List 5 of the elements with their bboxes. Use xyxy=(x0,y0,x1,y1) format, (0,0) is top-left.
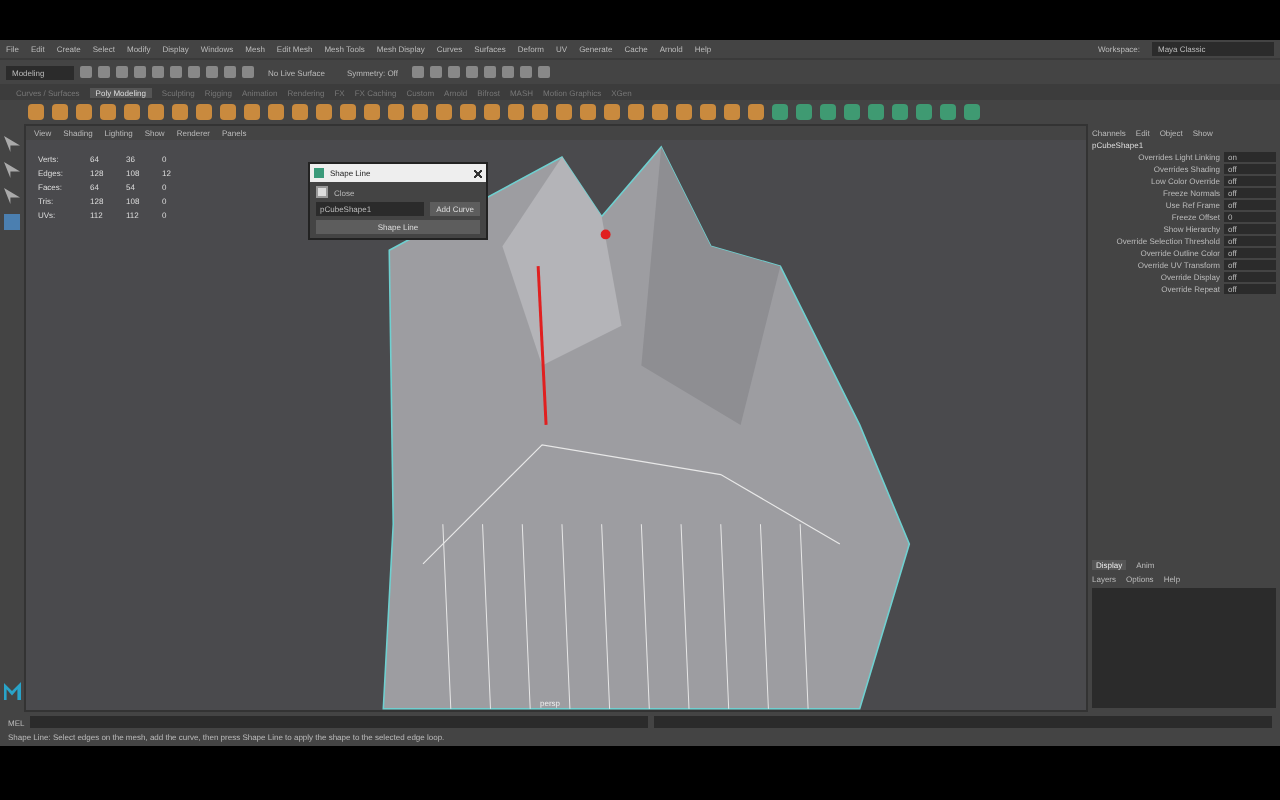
close-icon[interactable] xyxy=(474,169,482,177)
checkbox[interactable] xyxy=(316,186,328,198)
window-icon xyxy=(314,168,324,178)
logo-icon xyxy=(3,682,21,700)
command-field[interactable] xyxy=(30,716,649,728)
